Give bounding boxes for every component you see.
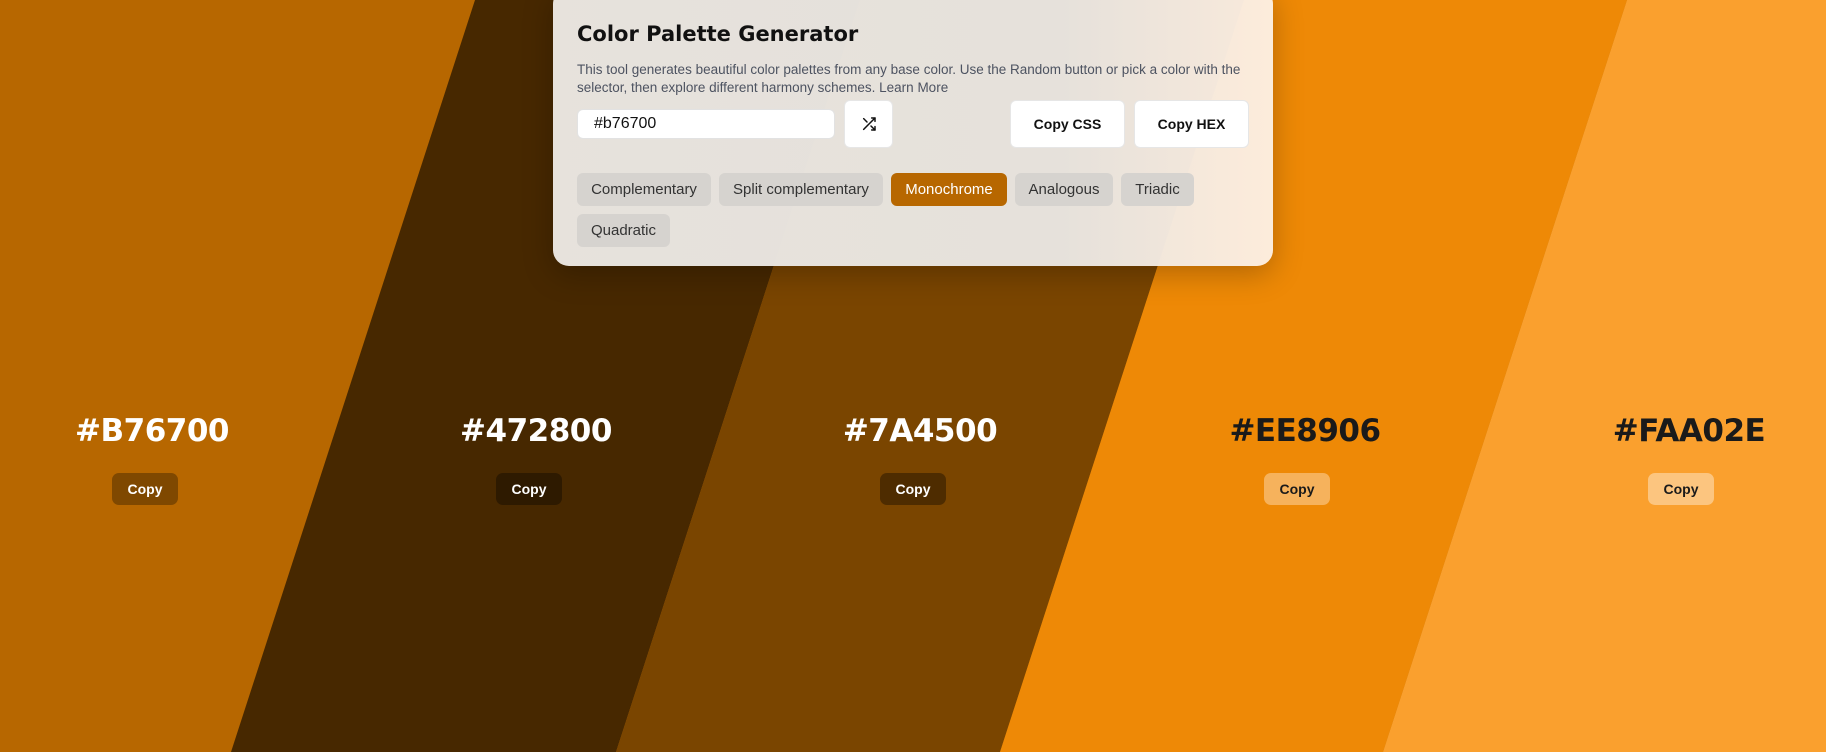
swatch-copy-button[interactable]: Copy bbox=[880, 473, 946, 505]
swatch-hex-label: #472800 bbox=[460, 413, 612, 449]
random-button[interactable] bbox=[844, 100, 893, 148]
mode-triadic-button[interactable]: Triadic bbox=[1121, 173, 1194, 206]
palette-generator-panel: Color Palette Generator This tool genera… bbox=[553, 0, 1273, 266]
swatch-copy-button[interactable]: Copy bbox=[112, 473, 178, 505]
swatch-hex-label: #FAA02E bbox=[1612, 413, 1766, 449]
swatch-hex-label: #EE8906 bbox=[1229, 413, 1381, 449]
panel-description: This tool generates beautiful color pale… bbox=[577, 62, 1241, 95]
base-color-input[interactable] bbox=[577, 109, 835, 139]
swatch-hex-label: #B76700 bbox=[75, 413, 229, 449]
copy-hex-button[interactable]: Copy HEX bbox=[1134, 100, 1249, 148]
swatch-copy-button[interactable]: Copy bbox=[1648, 473, 1714, 505]
swatch-copy-button[interactable]: Copy bbox=[496, 473, 562, 505]
mode-analogous-button[interactable]: Analogous bbox=[1015, 173, 1113, 206]
shuffle-icon bbox=[862, 117, 876, 131]
mode-split-complementary-button[interactable]: Split complementary bbox=[719, 173, 883, 206]
mode-monochrome-button[interactable]: Monochrome bbox=[891, 173, 1007, 206]
swatch-copy-button[interactable]: Copy bbox=[1264, 473, 1330, 505]
swatch-hex-label: #7A4500 bbox=[842, 413, 998, 449]
mode-quadratic-button[interactable]: Quadratic bbox=[577, 214, 670, 247]
mode-complementary-button[interactable]: Complementary bbox=[577, 173, 711, 206]
panel-title: Color Palette Generator bbox=[577, 22, 859, 46]
copy-css-button[interactable]: Copy CSS bbox=[1010, 100, 1125, 148]
